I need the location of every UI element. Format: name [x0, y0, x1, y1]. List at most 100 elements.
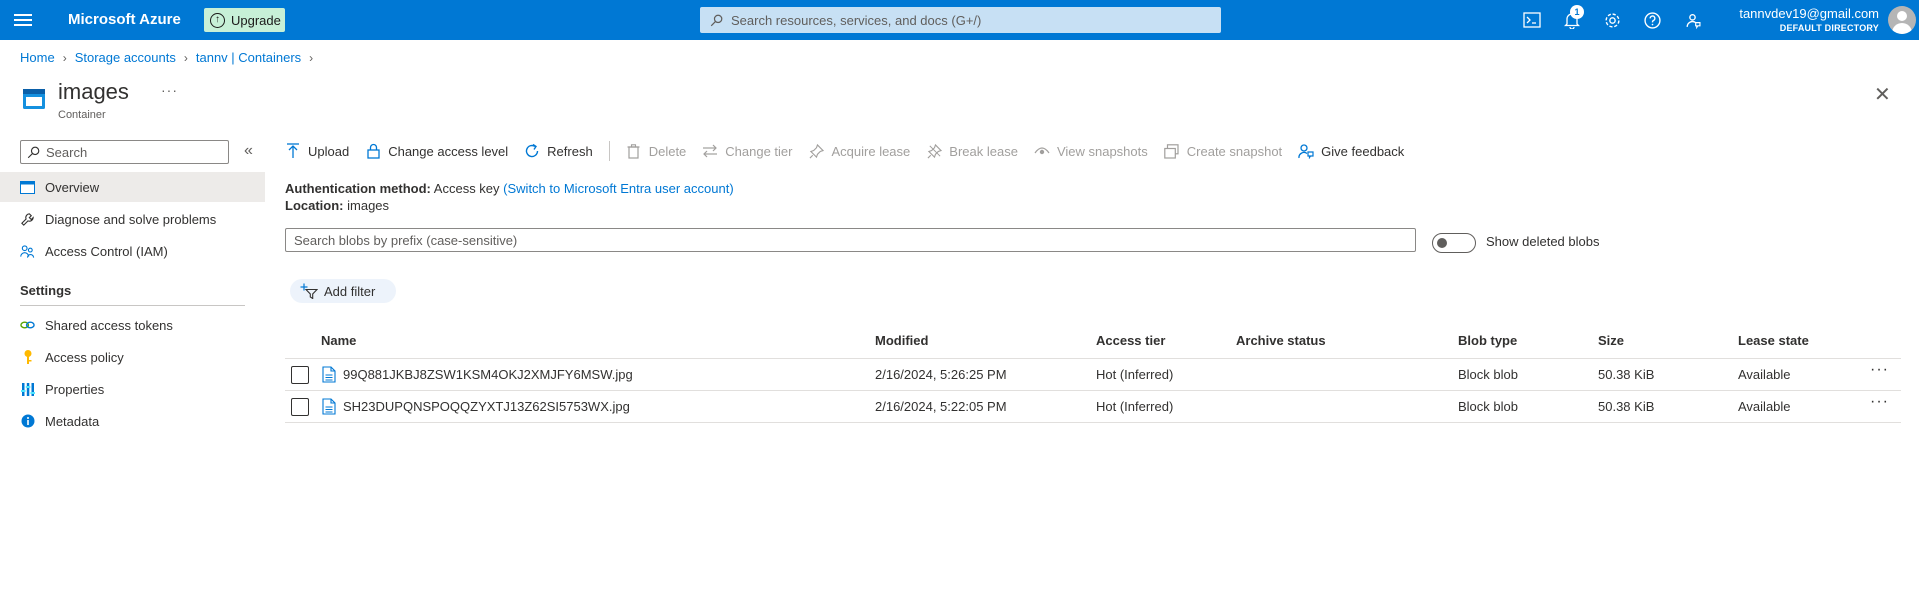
- properties-icon: [20, 382, 35, 397]
- wrench-icon: [20, 212, 35, 227]
- table-row[interactable]: 99Q881JKBJ8ZSW1KSM4OKJ2XMJFY6MSW.jpg 2/1…: [285, 359, 1901, 391]
- sidebar-item-properties[interactable]: Properties: [0, 374, 265, 404]
- refresh-button[interactable]: Refresh: [524, 143, 593, 159]
- cloud-shell-icon[interactable]: [1522, 10, 1542, 30]
- sidebar-item-metadata[interactable]: Metadata: [0, 406, 265, 436]
- add-filter-label: Add filter: [324, 283, 376, 299]
- add-filter-button[interactable]: Add filter: [290, 279, 396, 303]
- sidebar-item-shared-access-tokens[interactable]: Shared access tokens: [0, 310, 265, 340]
- global-search-input[interactable]: [731, 12, 1211, 28]
- acquire-lease-label: Acquire lease: [831, 143, 911, 159]
- column-header-modified[interactable]: Modified: [875, 333, 928, 348]
- page-title: images: [58, 79, 129, 104]
- blob-modified: 2/16/2024, 5:22:05 PM: [875, 399, 1007, 414]
- change-tier-button[interactable]: Change tier: [702, 143, 793, 159]
- snapshot-icon: [1164, 143, 1180, 159]
- breadcrumb-containers[interactable]: tannv | Containers: [196, 50, 301, 65]
- change-access-label: Change access level: [388, 143, 509, 159]
- sidebar-item-label: Properties: [45, 381, 105, 397]
- help-icon[interactable]: [1642, 10, 1662, 30]
- blob-lease-state: Available: [1738, 367, 1791, 382]
- blob-size: 50.38 KiB: [1598, 399, 1655, 414]
- sidebar-item-iam[interactable]: Access Control (IAM): [0, 236, 265, 266]
- column-header-blob-type[interactable]: Blob type: [1458, 333, 1517, 348]
- info-icon: [20, 414, 35, 429]
- row-more-button[interactable]: ···: [1870, 361, 1889, 379]
- upload-label: Upload: [308, 143, 350, 159]
- show-deleted-blobs-label: Show deleted blobs: [1486, 234, 1600, 249]
- row-more-button[interactable]: ···: [1870, 393, 1889, 411]
- switch-auth-link[interactable]: (Switch to Microsoft Entra user account): [503, 181, 733, 196]
- arrow-up-circle-icon: ↑: [210, 12, 225, 28]
- chevron-right-icon: ›: [309, 50, 314, 65]
- break-lease-button[interactable]: Break lease: [926, 143, 1018, 159]
- global-search-box[interactable]: [700, 7, 1221, 33]
- change-tier-label: Change tier: [725, 143, 793, 159]
- row-checkbox[interactable]: [291, 366, 309, 384]
- table-row[interactable]: SH23DUPQNSPOQQZYXTJ13Z62SI5753WX.jpg 2/1…: [285, 391, 1901, 423]
- column-header-archive-status[interactable]: Archive status: [1236, 333, 1326, 348]
- feedback-icon: [1298, 143, 1314, 159]
- blob-search-input[interactable]: [285, 228, 1416, 252]
- feedback-icon[interactable]: [1682, 10, 1702, 30]
- link-icon: [20, 318, 35, 333]
- auth-method-line: Authentication method: Access key (Switc…: [285, 181, 734, 196]
- table-header: Name Modified Access tier Archive status…: [285, 325, 1901, 359]
- collapse-sidebar-button[interactable]: «: [244, 142, 253, 160]
- blob-name[interactable]: SH23DUPQNSPOQQZYXTJ13Z62SI5753WX.jpg: [343, 399, 630, 414]
- more-options-button[interactable]: ···: [161, 82, 178, 98]
- column-header-access-tier[interactable]: Access tier: [1096, 333, 1165, 348]
- file-icon: [322, 366, 336, 383]
- blob-name[interactable]: 99Q881JKBJ8ZSW1KSM4OKJ2XMJFY6MSW.jpg: [343, 367, 633, 382]
- blob-size: 50.38 KiB: [1598, 367, 1655, 382]
- break-lease-label: Break lease: [949, 143, 1018, 159]
- create-snapshot-label: Create snapshot: [1186, 143, 1283, 159]
- brand-name[interactable]: Microsoft Azure: [68, 11, 181, 28]
- blobs-table: Name Modified Access tier Archive status…: [285, 325, 1901, 423]
- sidebar-item-access-policy[interactable]: Access policy: [0, 342, 265, 372]
- breadcrumb-home[interactable]: Home: [20, 50, 55, 65]
- sidebar-search-input[interactable]: [46, 144, 216, 160]
- lock-icon: [365, 143, 381, 159]
- settings-section-title: Settings: [20, 283, 72, 298]
- sidebar-item-label: Shared access tokens: [45, 317, 173, 333]
- chevron-right-icon: ›: [62, 50, 67, 65]
- menu-icon[interactable]: [14, 11, 32, 29]
- file-icon: [322, 398, 336, 415]
- sidebar-search-box[interactable]: [20, 140, 229, 164]
- sidebar-item-diagnose[interactable]: Diagnose and solve problems: [0, 204, 265, 234]
- acquire-lease-button[interactable]: Acquire lease: [809, 143, 911, 159]
- give-feedback-button[interactable]: Give feedback: [1298, 143, 1404, 159]
- column-header-name[interactable]: Name: [321, 333, 356, 348]
- location-value: images: [347, 198, 390, 213]
- overview-icon: [20, 180, 35, 195]
- upload-button[interactable]: Upload: [285, 143, 349, 159]
- upgrade-button[interactable]: ↑ Upgrade: [204, 8, 285, 32]
- column-header-lease-state[interactable]: Lease state: [1738, 333, 1809, 348]
- sidebar-item-overview[interactable]: Overview: [0, 172, 265, 202]
- upgrade-label: Upgrade: [231, 12, 281, 28]
- delete-button[interactable]: Delete: [626, 143, 687, 159]
- sidebar-item-label: Access policy: [45, 349, 124, 365]
- show-deleted-blobs-toggle[interactable]: [1432, 233, 1476, 253]
- account-menu[interactable]: tannvdev19@gmail.com DEFAULT DIRECTORY: [1739, 6, 1879, 33]
- row-checkbox[interactable]: [291, 398, 309, 416]
- command-bar: Upload Change access level Refresh Delet…: [285, 140, 1420, 162]
- breadcrumb: Home › Storage accounts › tannv | Contai…: [20, 50, 313, 65]
- avatar[interactable]: [1888, 6, 1916, 34]
- sidebar-item-label: Access Control (IAM): [45, 243, 168, 259]
- change-access-level-button[interactable]: Change access level: [365, 143, 508, 159]
- column-header-size[interactable]: Size: [1598, 333, 1624, 348]
- upload-icon: [285, 143, 301, 159]
- gear-icon[interactable]: [1602, 10, 1622, 30]
- view-snapshots-button[interactable]: View snapshots: [1034, 143, 1148, 159]
- trash-icon: [626, 143, 642, 159]
- broken-pin-icon: [926, 143, 942, 159]
- breadcrumb-storage-accounts[interactable]: Storage accounts: [75, 50, 176, 65]
- delete-label: Delete: [648, 143, 687, 159]
- blob-access-tier: Hot (Inferred): [1096, 399, 1174, 414]
- page-subtitle: Container: [58, 109, 106, 121]
- sidebar-item-label: Overview: [45, 179, 100, 195]
- create-snapshot-button[interactable]: Create snapshot: [1164, 143, 1282, 159]
- close-button[interactable]: ✕: [1874, 82, 1891, 107]
